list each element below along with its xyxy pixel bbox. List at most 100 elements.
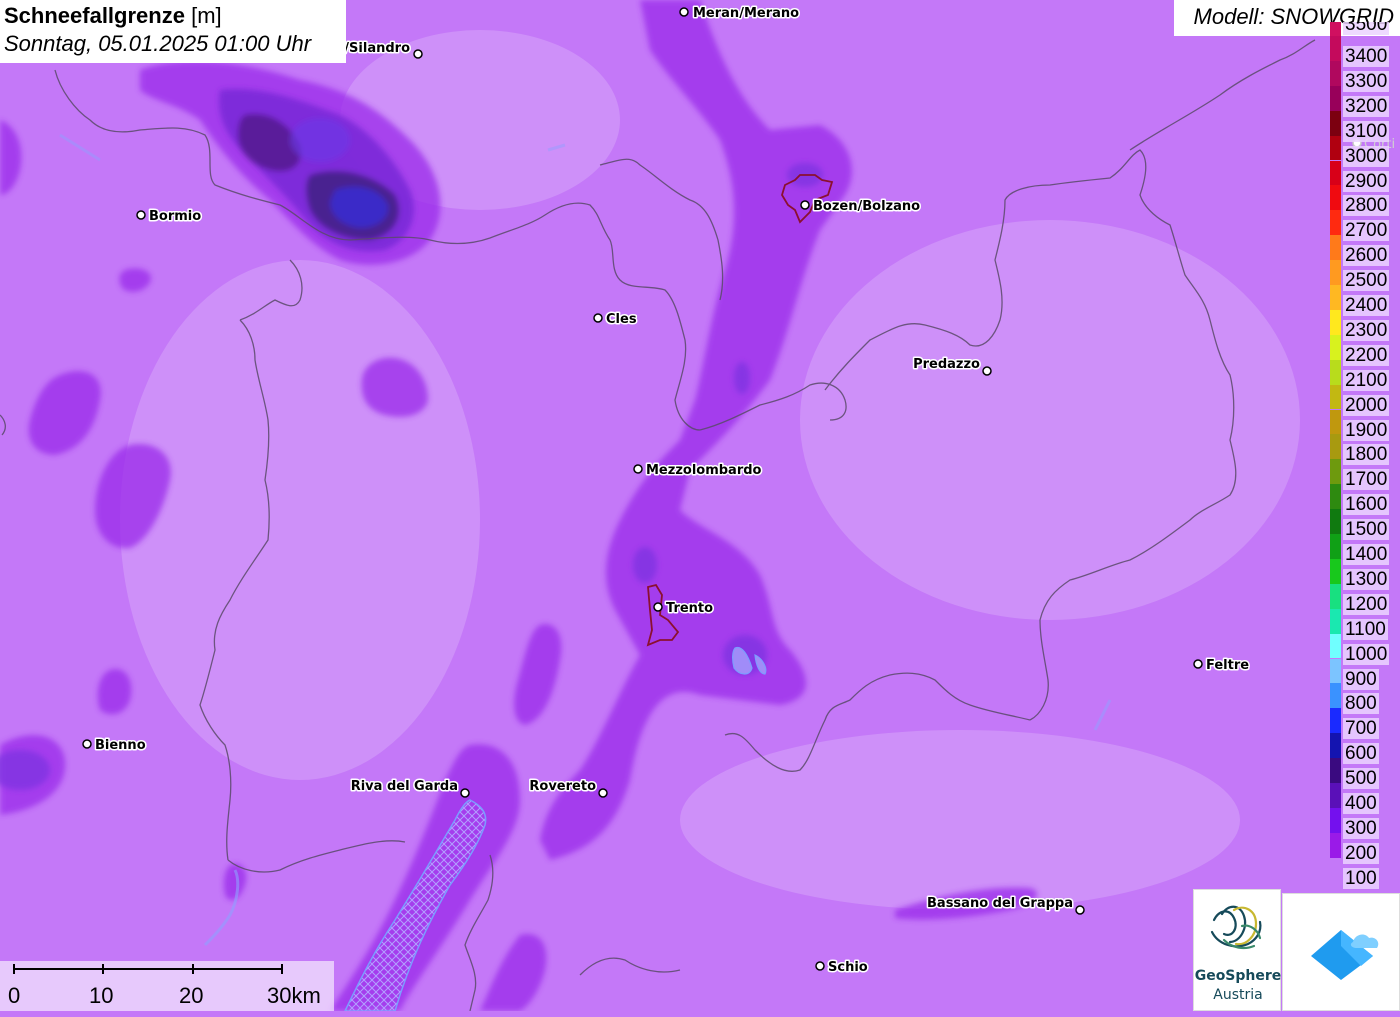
legend-swatch xyxy=(1330,409,1341,435)
city-label: Bienno xyxy=(95,738,146,753)
legend-label: 200 xyxy=(1343,842,1379,864)
map-title-main: Schneefallgrenze xyxy=(4,3,185,28)
legend-swatch xyxy=(1330,733,1341,759)
map-datetime: Sonntag, 05.01.2025 01:00 Uhr xyxy=(4,31,312,56)
legend-label: 2000 xyxy=(1343,394,1390,416)
city-label: Trento xyxy=(666,601,713,616)
city-dot xyxy=(598,788,608,798)
legend-row-partial: 3500 xyxy=(1328,22,1400,36)
legend-swatch xyxy=(1330,658,1341,684)
legend-label: 2300 xyxy=(1343,319,1390,341)
city-dot xyxy=(1075,905,1085,915)
legend-swatch xyxy=(1330,60,1341,86)
legend-swatch xyxy=(1330,509,1341,534)
city-label: Bassano del Grappa xyxy=(927,896,1073,911)
legend-swatch xyxy=(1330,633,1341,659)
legend-label: 2600 xyxy=(1343,245,1390,267)
scale-tick-10: 10 xyxy=(89,983,114,1008)
legend-label: 1300 xyxy=(1343,568,1390,590)
legend-label: 600 xyxy=(1343,743,1379,765)
legend-label: 900 xyxy=(1343,668,1379,690)
legend-label: 1400 xyxy=(1343,544,1390,565)
legend-label: 1100 xyxy=(1343,618,1388,640)
city-label: Riva del Garda xyxy=(351,779,458,794)
legend-swatch xyxy=(1330,260,1341,285)
legend-swatch xyxy=(1330,857,1341,883)
scale-tick-20: 20 xyxy=(179,983,204,1008)
legend-swatch xyxy=(1330,160,1341,186)
geosphere-icon xyxy=(1210,905,1262,950)
legend-swatch xyxy=(1330,832,1341,858)
legend-label: 700 xyxy=(1343,718,1379,740)
map-title-unit: [m] xyxy=(191,3,222,28)
legend-label: 2900 xyxy=(1343,170,1390,192)
legend-swatch xyxy=(1330,210,1341,236)
legend-label: 1600 xyxy=(1343,494,1390,516)
city-label: s/Silandro xyxy=(337,41,411,56)
app-logo[interactable] xyxy=(1282,893,1400,1011)
geosphere-logo[interactable]: GeoSphere Austria xyxy=(1193,889,1281,1011)
city-label: Schio xyxy=(828,960,868,975)
legend-swatch xyxy=(1330,235,1341,261)
city-label: Mezzolombardo xyxy=(646,463,762,478)
legend-swatch xyxy=(1330,558,1341,584)
legend-swatch xyxy=(1330,683,1341,709)
geosphere-name: GeoSphere xyxy=(1194,968,1282,984)
legend-label: 1200 xyxy=(1343,593,1390,615)
legend-label: 800 xyxy=(1343,693,1379,715)
legend-swatch xyxy=(1330,85,1341,111)
city-dot xyxy=(413,49,423,59)
city-mezzolombardo: Mezzolombardo xyxy=(633,462,763,480)
city-dot xyxy=(982,366,992,376)
city-dot xyxy=(460,788,470,798)
legend-label: 1000 xyxy=(1343,643,1390,665)
legend-row-100: 100 xyxy=(1328,857,1400,891)
legend-swatch xyxy=(1330,807,1341,833)
city-label: Predazzo xyxy=(913,357,980,372)
city-dot xyxy=(593,313,603,323)
legend-swatch xyxy=(1330,110,1341,136)
legend-swatch xyxy=(1330,583,1341,609)
legend-swatch xyxy=(1330,285,1341,310)
legend-swatch xyxy=(1330,484,1341,510)
city-dot xyxy=(82,739,92,749)
legend-label: 3300 xyxy=(1343,70,1390,92)
legend-swatch xyxy=(1330,608,1341,634)
legend-swatch xyxy=(1330,135,1341,161)
map-canvas[interactable]: Meran/Merano s/Silandro Bormio Bozen/Bolzan… xyxy=(0,0,1400,1011)
legend-label: 1900 xyxy=(1343,419,1390,441)
city-s-silandro: s/Silandro xyxy=(335,40,423,59)
legend-label: 1500 xyxy=(1343,519,1390,541)
legend-swatch xyxy=(1330,534,1341,559)
city-dot xyxy=(136,210,146,220)
scale-bar: 0 10 20 30km xyxy=(0,961,334,1011)
legend-swatch xyxy=(1330,36,1341,61)
city-label: Cles xyxy=(606,312,637,327)
legend-swatch xyxy=(1330,359,1341,385)
city-dot xyxy=(815,961,825,971)
legend-label: 3200 xyxy=(1343,95,1390,117)
legend-label: 400 xyxy=(1343,793,1379,814)
city-dot xyxy=(653,602,663,612)
legend-swatch xyxy=(1330,459,1341,485)
legend-label: 300 xyxy=(1343,817,1379,839)
legend-swatch xyxy=(1330,309,1341,335)
city-dot xyxy=(800,200,810,210)
city-label: Bormio xyxy=(149,209,201,224)
scale-tick-0: 0 xyxy=(8,983,21,1008)
legend-label: 500 xyxy=(1343,768,1379,790)
city-label: Meran/Merano xyxy=(693,6,799,21)
legend-swatch xyxy=(1330,783,1341,808)
city-meran-merano: Meran/Merano xyxy=(679,5,801,23)
snowflake-cloud-icon xyxy=(1311,930,1379,980)
legend-label: 3400 xyxy=(1343,46,1390,67)
geosphere-subname: Austria xyxy=(1213,987,1263,1003)
scale-tick-30: 30km xyxy=(267,983,321,1008)
map-title-box: Schneefallgrenze [m] Sonntag, 05.01.2025… xyxy=(0,0,346,63)
city-label: Bozen/Bolzano xyxy=(813,199,920,214)
legend-label: 1800 xyxy=(1343,444,1390,466)
legend-swatch xyxy=(1330,758,1341,783)
legend-label: 100 xyxy=(1343,867,1379,889)
map-title: Schneefallgrenze [m] xyxy=(4,2,342,30)
legend-label: 2400 xyxy=(1343,295,1390,316)
